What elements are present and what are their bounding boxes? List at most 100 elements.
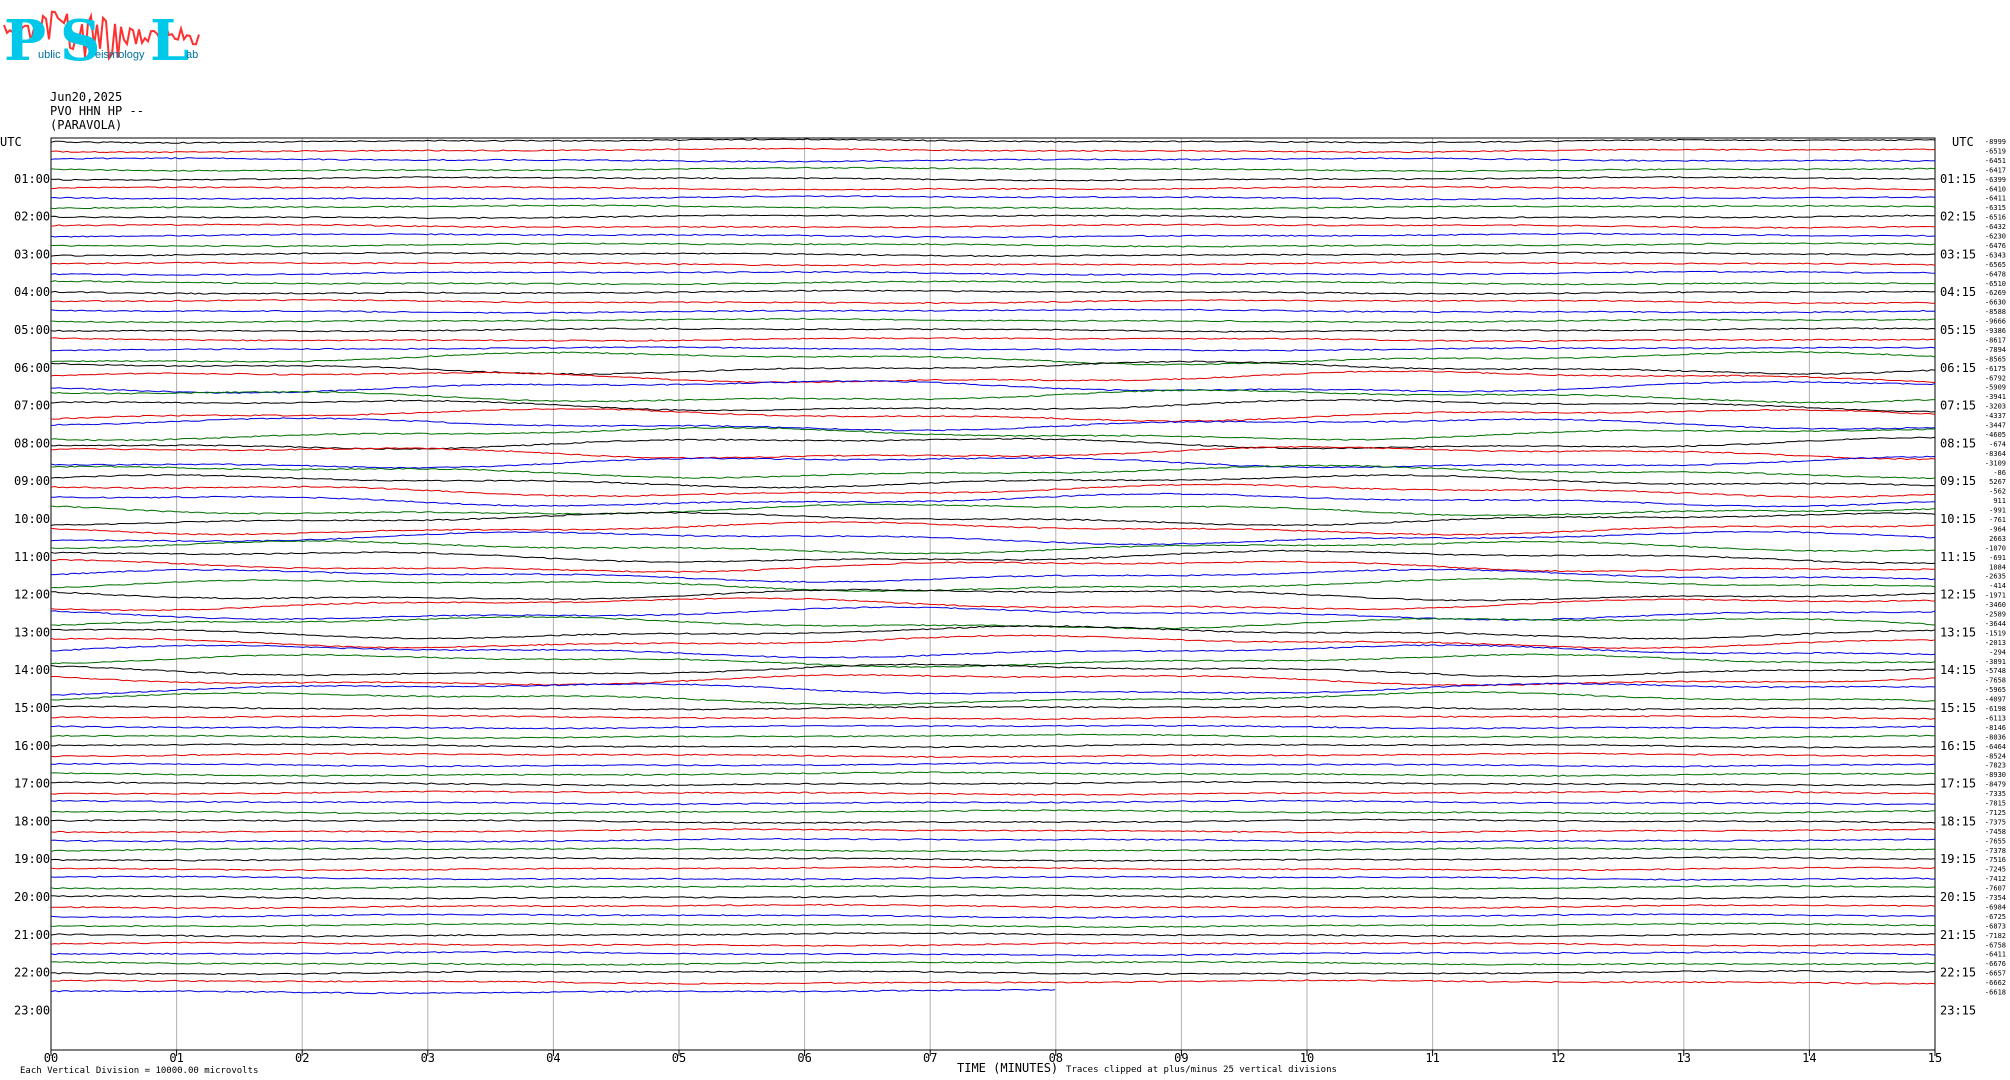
seismic-trace bbox=[50, 714, 1936, 721]
seismic-trace bbox=[50, 828, 1936, 834]
seismic-trace bbox=[50, 280, 1936, 286]
trace-offset-label: -6175 bbox=[1985, 365, 2006, 373]
trace-offset-label: -6758 bbox=[1985, 941, 2006, 949]
seismic-trace bbox=[50, 903, 1936, 910]
seismic-trace bbox=[51, 674, 1936, 687]
left-time-label: 01:00 bbox=[14, 172, 50, 186]
x-tick-label: 14 bbox=[1802, 1051, 1816, 1065]
trace-group bbox=[50, 138, 1936, 995]
trace-offset-label: -6451 bbox=[1985, 157, 2006, 165]
trace-offset-label: -8930 bbox=[1985, 771, 2006, 779]
seismic-trace bbox=[50, 483, 1936, 499]
seismic-trace bbox=[50, 979, 1936, 985]
seismic-trace bbox=[50, 436, 1936, 450]
trace-offset-label: -6343 bbox=[1985, 251, 2006, 259]
trace-offset-label: -8524 bbox=[1985, 752, 2006, 760]
seismic-trace bbox=[50, 634, 1936, 649]
trace-offset-label: -6411 bbox=[1985, 951, 2006, 959]
trace-offset-label: -7458 bbox=[1985, 828, 2006, 836]
trace-offset-label: -7815 bbox=[1985, 800, 2006, 808]
right-time-label: 07:15 bbox=[1940, 399, 1976, 413]
right-time-label: 04:15 bbox=[1940, 285, 1976, 299]
right-time-label: 20:15 bbox=[1940, 890, 1976, 904]
right-time-label: 09:15 bbox=[1940, 474, 1976, 488]
seismic-trace bbox=[50, 417, 1936, 432]
left-time-label: 15:00 bbox=[14, 701, 50, 715]
trace-offset-label: -3109 bbox=[1985, 459, 2006, 467]
seismic-trace bbox=[50, 875, 1936, 881]
seismic-trace bbox=[50, 474, 1936, 489]
right-time-label: 23:15 bbox=[1940, 1003, 1976, 1017]
trace-offset-label: -2635 bbox=[1985, 573, 2006, 581]
trace-offset-label: -3941 bbox=[1985, 393, 2006, 401]
trace-offset-label: -674 bbox=[1989, 440, 2006, 448]
trace-offset-label: -6410 bbox=[1985, 185, 2006, 193]
x-tick-label: 00 bbox=[44, 1051, 58, 1065]
seismic-trace bbox=[50, 799, 1936, 806]
x-tick-label: 13 bbox=[1677, 1051, 1691, 1065]
trace-offset-label: -8364 bbox=[1985, 450, 2006, 458]
logo-letter-l: L bbox=[150, 8, 189, 74]
trace-offset-label: -3447 bbox=[1985, 422, 2006, 430]
trace-offset-label: -6984 bbox=[1985, 903, 2006, 911]
trace-offset-label: -6269 bbox=[1985, 289, 2006, 297]
trace-offset-label: -7658 bbox=[1985, 677, 2006, 685]
seismic-trace bbox=[50, 856, 1936, 862]
trace-offset-label: -3891 bbox=[1985, 658, 2006, 666]
trace-offset-label: -8588 bbox=[1985, 308, 2006, 316]
trace-offset-label: -6315 bbox=[1985, 204, 2006, 212]
trace-offset-label: -1519 bbox=[1985, 629, 2006, 637]
seismic-trace bbox=[50, 682, 1936, 696]
seismic-trace bbox=[50, 503, 1936, 517]
right-time-label: 19:15 bbox=[1940, 852, 1976, 866]
left-time-label: 03:00 bbox=[14, 247, 50, 261]
trace-offset-label: -7823 bbox=[1985, 762, 2006, 770]
trace-offset-label: -7375 bbox=[1985, 818, 2006, 826]
trace-offset-label: -761 bbox=[1989, 516, 2006, 524]
seismic-trace bbox=[50, 351, 1936, 366]
seismic-trace bbox=[50, 389, 1936, 404]
trace-offset-label: -86 bbox=[1993, 469, 2006, 477]
seismic-trace bbox=[50, 157, 1936, 163]
seismic-trace bbox=[50, 790, 1936, 796]
trace-offset-label: -562 bbox=[1989, 488, 2006, 496]
left-time-label: 09:00 bbox=[14, 474, 50, 488]
seismic-trace bbox=[50, 894, 1936, 900]
seismic-trace bbox=[50, 530, 1936, 546]
left-time-labels: 01:00 02:00 03:00 04:00 05:00 06:00 07:00 08:00… bbox=[14, 172, 50, 1018]
left-time-label: 08:00 bbox=[14, 436, 50, 450]
trace-offset-label: -6399 bbox=[1985, 176, 2006, 184]
trace-offset-label: -6230 bbox=[1985, 233, 2006, 241]
seismic-trace bbox=[50, 950, 1936, 957]
trace-offset-label: -6725 bbox=[1985, 913, 2006, 921]
seismic-trace bbox=[50, 837, 1936, 843]
trace-offset-label: -6565 bbox=[1985, 261, 2006, 269]
trace-offset-label: -5909 bbox=[1985, 384, 2006, 392]
trace-offset-label: -5965 bbox=[1985, 686, 2006, 694]
seismic-trace bbox=[50, 251, 1936, 258]
trace-offset-label: -5748 bbox=[1985, 667, 2006, 675]
trace-offset-label: -8999 bbox=[1985, 138, 2006, 146]
trace-offset-label: -4337 bbox=[1985, 412, 2006, 420]
left-time-label: 19:00 bbox=[14, 852, 50, 866]
logo-letter-s: S bbox=[60, 8, 100, 74]
seismic-trace bbox=[50, 970, 1936, 976]
right-time-label: 06:15 bbox=[1940, 361, 1976, 375]
x-tick-label: 15 bbox=[1928, 1051, 1942, 1065]
seismic-trace bbox=[50, 724, 1936, 730]
trace-offset-label: -7412 bbox=[1985, 875, 2006, 883]
seismic-trace bbox=[50, 960, 1936, 966]
seismic-trace bbox=[50, 644, 1936, 659]
seismic-trace bbox=[50, 540, 1935, 555]
x-axis-title: TIME (MINUTES) bbox=[957, 1061, 1058, 1075]
seismic-trace bbox=[50, 847, 1936, 853]
right-time-label: 18:15 bbox=[1940, 814, 1976, 828]
right-time-label: 08:15 bbox=[1940, 436, 1976, 450]
trace-offset-label: -6792 bbox=[1985, 374, 2006, 382]
vertical-division-note: Each Vertical Division = 10000.00 microv… bbox=[20, 1066, 258, 1076]
left-time-label: 22:00 bbox=[14, 966, 50, 980]
x-tick-label: 01 bbox=[169, 1051, 183, 1065]
trace-offset-label: -7378 bbox=[1985, 847, 2006, 855]
x-tick-label: 10 bbox=[1300, 1051, 1314, 1065]
grid-lines bbox=[50, 137, 1936, 1051]
